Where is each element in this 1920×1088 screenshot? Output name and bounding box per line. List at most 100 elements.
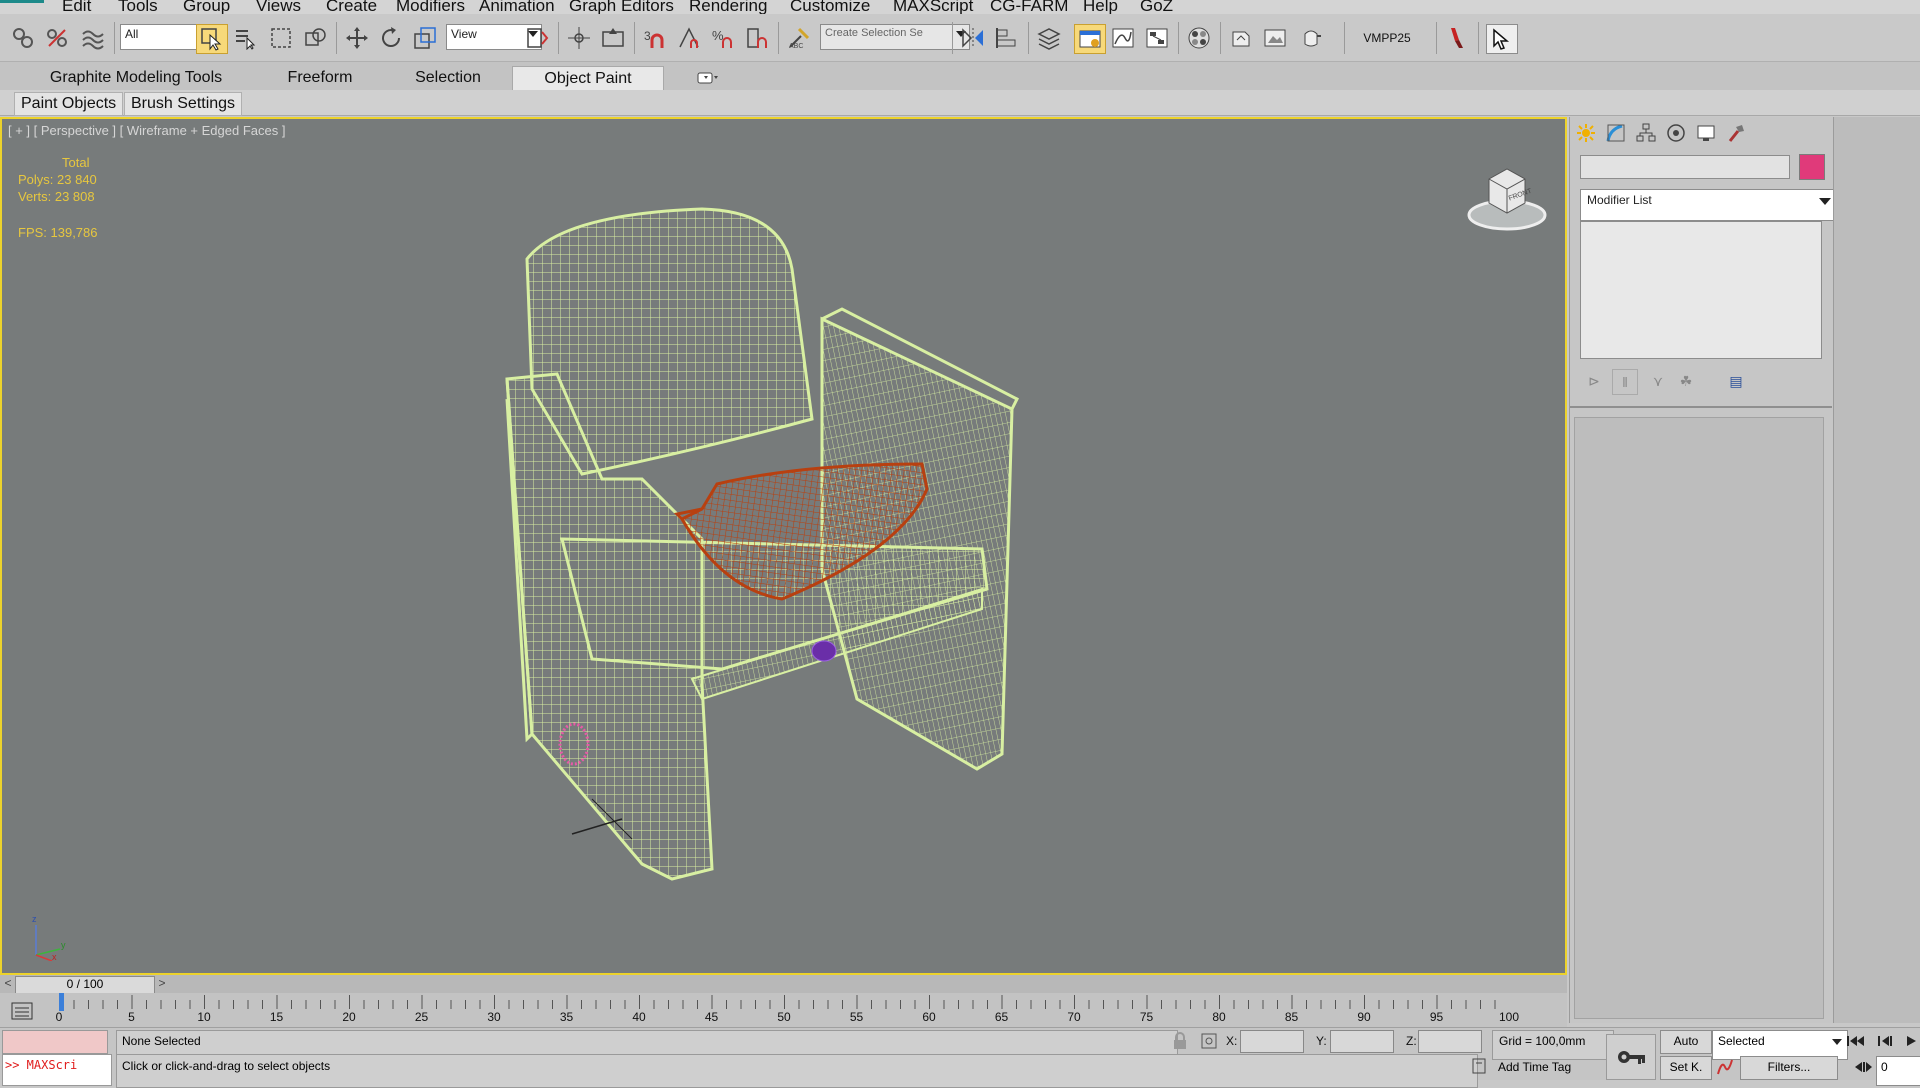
menu-cg-farm[interactable]: CG-FARM	[990, 0, 1068, 14]
maxscript-listener-output[interactable]	[2, 1030, 108, 1054]
track-bar-ruler[interactable]: 0 5 10 15 20 25 30 35 40 45 50 55 60 65 70 75 80 85 90 95 10…	[56, 993, 1519, 1027]
current-frame-input[interactable]: 0	[1876, 1056, 1920, 1086]
menu-help[interactable]: Help	[1083, 0, 1118, 14]
pointer-tool-icon[interactable]	[1486, 24, 1518, 54]
set-key-button[interactable]: Set K.	[1660, 1056, 1712, 1080]
menu-rendering[interactable]: Rendering	[689, 0, 767, 14]
auto-key-button[interactable]: Auto	[1660, 1030, 1712, 1054]
vmpp-button[interactable]: VMPP25	[1352, 24, 1422, 52]
select-and-manipulate-icon[interactable]	[564, 24, 594, 52]
viewcube-icon[interactable]: FRONT	[1467, 155, 1547, 235]
remove-modifier-icon[interactable]: ☘	[1674, 369, 1698, 393]
selection-lock-icon[interactable]	[1172, 1032, 1188, 1050]
create-tab-icon[interactable]	[1574, 121, 1598, 145]
menu-goz[interactable]: GoZ	[1140, 0, 1173, 14]
select-and-scale-icon[interactable]	[410, 24, 440, 52]
time-slider-next-button[interactable]: >	[155, 976, 169, 992]
edit-named-selection-sets-icon[interactable]: ABC	[784, 24, 814, 52]
play-animation-icon[interactable]	[1900, 1032, 1920, 1050]
app-logo-icon[interactable]	[0, 0, 44, 3]
current-time-marker[interactable]	[59, 993, 64, 1011]
menu-graph-editors[interactable]: Graph Editors	[569, 0, 674, 14]
select-by-name-icon[interactable]	[230, 24, 260, 52]
time-slider-prev-button[interactable]: <	[1, 976, 15, 992]
panel-brush-settings[interactable]: Brush Settings	[124, 92, 243, 116]
menu-edit[interactable]: Edit	[62, 0, 91, 14]
track-bar[interactable]: 0 5 10 15 20 25 30 35 40 45 50 55 60 65 70 75 80 85 90 95 10…	[0, 993, 1567, 1027]
menu-views[interactable]: Views	[256, 0, 301, 14]
render-setup-icon[interactable]	[1226, 24, 1256, 52]
add-time-tag-button[interactable]: Add Time Tag	[1492, 1056, 1612, 1086]
keyboard-shortcut-override-icon[interactable]	[598, 24, 628, 52]
select-and-move-icon[interactable]	[342, 24, 372, 52]
angle-snap-toggle-icon[interactable]	[674, 24, 704, 52]
go-to-start-icon[interactable]	[1844, 1032, 1866, 1050]
make-unique-icon[interactable]: ⋎	[1646, 369, 1670, 393]
show-end-result-icon[interactable]: ‖	[1612, 369, 1638, 395]
set-keys-button[interactable]	[1606, 1034, 1656, 1080]
rendered-frame-window-icon[interactable]	[1260, 24, 1290, 52]
curve-editor-icon[interactable]	[1108, 24, 1138, 52]
perspective-viewport[interactable]: [ + ] [ Perspective ] [ Wireframe + Edge…	[0, 117, 1567, 975]
unlink-selection-icon[interactable]	[42, 24, 72, 52]
panel-paint-objects[interactable]: Paint Objects	[14, 92, 124, 116]
time-slider-thumb[interactable]: 0 / 100	[15, 976, 155, 994]
tab-object-paint[interactable]: Object Paint	[512, 66, 664, 91]
menu-create[interactable]: Create	[326, 0, 377, 14]
ribbon-options-icon[interactable]	[690, 66, 726, 90]
select-and-rotate-icon[interactable]	[376, 24, 406, 52]
display-tab-icon[interactable]	[1694, 121, 1718, 145]
mirror-icon[interactable]	[958, 24, 988, 52]
material-editor-icon[interactable]	[1184, 24, 1214, 52]
key-filters-button[interactable]: Filters...	[1740, 1056, 1838, 1080]
select-and-link-icon[interactable]	[8, 24, 38, 52]
align-icon[interactable]	[992, 24, 1022, 52]
schematic-view-icon[interactable]	[1142, 24, 1172, 52]
spinner-snap-toggle-icon[interactable]	[742, 24, 772, 52]
chair-wireframe-model[interactable]	[2, 119, 1565, 973]
toggle-scene-explorer-icon[interactable]	[1074, 24, 1106, 54]
modify-tab-icon[interactable]	[1604, 121, 1628, 145]
track-bar-toggle-icon[interactable]	[10, 1001, 34, 1021]
tab-graphite-modeling-tools[interactable]: Graphite Modeling Tools	[36, 66, 236, 90]
motion-tab-icon[interactable]	[1664, 121, 1688, 145]
manage-layers-icon[interactable]	[1034, 24, 1064, 52]
menu-customize[interactable]: Customize	[790, 0, 870, 14]
select-object-icon[interactable]	[196, 24, 228, 54]
default-tangent-icon[interactable]	[1716, 1058, 1734, 1076]
y-coordinate-input[interactable]	[1330, 1030, 1394, 1053]
x-coordinate-input[interactable]	[1240, 1030, 1304, 1053]
object-color-swatch[interactable]	[1799, 154, 1825, 180]
time-slider[interactable]: < 0 / 100 >	[0, 975, 1567, 994]
menu-group[interactable]: Group	[183, 0, 230, 14]
object-name-field[interactable]	[1580, 155, 1790, 179]
modifier-stack[interactable]	[1580, 221, 1822, 359]
tab-freeform[interactable]: Freeform	[268, 66, 372, 90]
menu-animation[interactable]: Animation	[479, 0, 555, 14]
tab-selection[interactable]: Selection	[396, 66, 500, 90]
configure-modifier-sets-icon[interactable]: ▤	[1724, 369, 1748, 393]
menu-modifiers[interactable]: Modifiers	[396, 0, 465, 14]
menu-maxscript[interactable]: MAXScript	[893, 0, 973, 14]
goz-brush-icon[interactable]	[1442, 24, 1472, 52]
pivot-center-icon[interactable]	[522, 24, 552, 52]
pin-stack-icon[interactable]: ⊳	[1582, 369, 1606, 393]
percent-snap-toggle-icon[interactable]: %	[708, 24, 738, 52]
absolute-mode-transform-icon[interactable]	[1200, 1032, 1218, 1050]
rectangular-selection-region-icon[interactable]	[266, 24, 296, 52]
menu-tools[interactable]: Tools	[118, 0, 158, 14]
snaps-toggle-icon[interactable]: 3	[640, 24, 670, 52]
window-crossing-icon[interactable]	[300, 24, 330, 52]
bind-to-space-warp-icon[interactable]	[78, 24, 108, 52]
z-coordinate-input[interactable]	[1418, 1030, 1482, 1053]
maxscript-mini-listener[interactable]: >> MAXScri	[2, 1054, 112, 1086]
previous-frame-icon[interactable]	[1874, 1032, 1896, 1050]
time-tag-icon[interactable]	[1472, 1058, 1486, 1074]
utilities-tab-icon[interactable]	[1724, 121, 1748, 145]
key-mode-toggle-icon[interactable]	[1852, 1058, 1874, 1076]
named-selection-sets-dropdown[interactable]: Create Selection Se	[820, 24, 970, 50]
command-panel-scroll-area[interactable]	[1833, 117, 1920, 1023]
hierarchy-tab-icon[interactable]	[1634, 121, 1658, 145]
render-production-icon[interactable]	[1296, 24, 1326, 52]
modifier-list-dropdown[interactable]: Modifier List	[1580, 189, 1838, 221]
